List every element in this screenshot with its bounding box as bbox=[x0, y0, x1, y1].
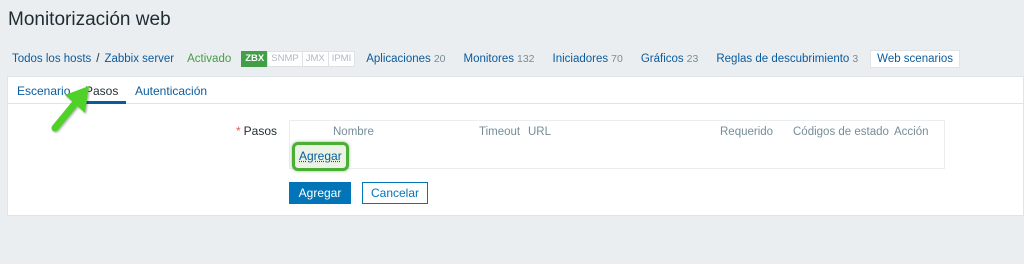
nav-applications-count: 20 bbox=[433, 53, 446, 65]
nav-triggers[interactable]: Iniciadores 70 bbox=[553, 53, 623, 65]
required-asterisk: * bbox=[236, 124, 241, 138]
nav-triggers-label[interactable]: Iniciadores bbox=[553, 53, 609, 65]
jmx-badge: JMX bbox=[301, 51, 329, 67]
zbx-badge: ZBX bbox=[241, 51, 269, 67]
nav-graphs[interactable]: Gráficos 23 bbox=[641, 53, 699, 65]
nav-applications-label[interactable]: Aplicaciones bbox=[366, 53, 431, 65]
nav-triggers-count: 70 bbox=[611, 53, 623, 65]
ipmi-badge: IPMI bbox=[327, 51, 356, 67]
add-button[interactable]: Agregar bbox=[289, 182, 351, 204]
host-status[interactable]: Activado bbox=[187, 53, 231, 65]
tab-bar: Escenario Pasos Autenticación bbox=[8, 77, 1023, 104]
nav-discovery-rules-count: 3 bbox=[852, 53, 859, 65]
column-header-status-codes: Códigos de estado bbox=[793, 126, 889, 138]
nav-items[interactable]: Monitores 132 bbox=[464, 53, 535, 65]
column-header-required: Requerido bbox=[720, 126, 774, 138]
nav-discovery-rules[interactable]: Reglas de descubrimiento 3 bbox=[716, 53, 858, 65]
tab-authentication[interactable]: Autenticación bbox=[135, 84, 207, 98]
breadcrumb-host[interactable]: Zabbix server bbox=[104, 53, 174, 65]
web-scenario-form: Escenario Pasos Autenticación * Pasos Nom… bbox=[7, 76, 1024, 216]
pointer-arrow-icon bbox=[51, 86, 89, 132]
availability-badges: ZBX SNMP JMX IPMI bbox=[241, 51, 356, 67]
nav-graphs-label[interactable]: Gráficos bbox=[641, 53, 684, 65]
column-header-url: URL bbox=[528, 126, 552, 138]
nav-applications[interactable]: Aplicaciones 20 bbox=[366, 53, 445, 65]
snmp-badge: SNMP bbox=[267, 51, 303, 67]
nav-graphs-count: 23 bbox=[686, 53, 699, 65]
breadcrumb-separator: / bbox=[96, 53, 100, 65]
steps-table: Nombre Timeout URL Requerido Códigos de … bbox=[289, 120, 945, 171]
nav-items-label[interactable]: Monitores bbox=[464, 53, 515, 65]
column-header-action: Acción bbox=[894, 126, 929, 138]
nav-items-count: 132 bbox=[517, 53, 535, 65]
column-header-name: Nombre bbox=[333, 126, 374, 138]
steps-field-label: * Pasos bbox=[236, 124, 277, 138]
breadcrumb-all-hosts[interactable]: Todos los hosts bbox=[12, 53, 91, 65]
steps-label: Pasos bbox=[243, 124, 278, 138]
cancel-button[interactable]: Cancelar bbox=[362, 182, 428, 204]
host-navigation-bar: Todos los hosts / Zabbix server Activado… bbox=[0, 47, 1024, 71]
nav-web-scenarios[interactable]: Web scenarios bbox=[870, 50, 961, 68]
column-header-timeout: Timeout bbox=[479, 126, 521, 138]
nav-discovery-rules-label[interactable]: Reglas de descubrimiento bbox=[716, 53, 849, 65]
page-title: Monitorización web bbox=[8, 9, 171, 30]
add-step-link[interactable]: Agregar bbox=[292, 142, 349, 171]
